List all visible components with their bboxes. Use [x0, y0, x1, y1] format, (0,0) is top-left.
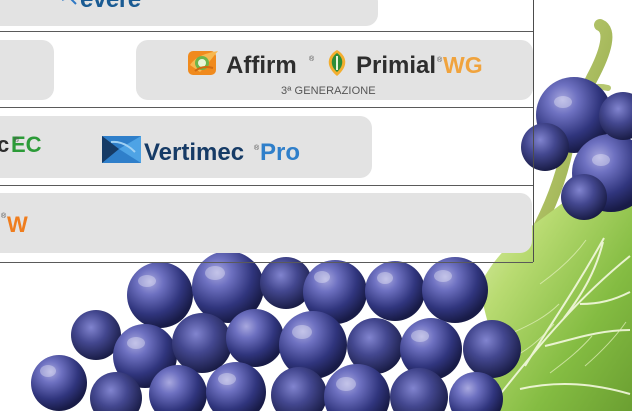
- registered-mark: ®: [254, 145, 260, 152]
- registered-mark: ®: [309, 56, 315, 63]
- top-logo-icon: [62, 0, 77, 5]
- primial-logo-icon: [328, 50, 346, 76]
- row2-left-pill: [0, 40, 54, 100]
- row4-product-pill: [0, 193, 532, 253]
- w-suffix: W: [7, 212, 28, 237]
- registered-mark: ®: [1, 213, 7, 220]
- table-row-divider: [0, 262, 533, 263]
- generation-subtitle: 3ª GENERAZIONE: [281, 85, 376, 97]
- primial-brand: Primial: [356, 52, 437, 79]
- top-brand-text: evere: [80, 0, 141, 12]
- table-row-divider: [0, 185, 533, 186]
- affirm-brand: Affirm: [226, 52, 297, 79]
- top-product-pill: [0, 0, 378, 26]
- table-row-divider: [0, 31, 533, 32]
- vertimec-brand: Vertimec: [144, 139, 245, 166]
- product-panel: evere Affirm ® Primial ® WG 3ª GENERAZIO…: [0, 0, 632, 411]
- registered-mark: ®: [437, 57, 443, 64]
- vertimec-logo-icon: [102, 136, 141, 163]
- wg-suffix: WG: [443, 52, 483, 78]
- affirm-logo-icon: [188, 51, 218, 75]
- registered-mark: ®: [14, 137, 20, 144]
- pro-suffix: Pro: [260, 139, 301, 166]
- table-vertical-line: [533, 0, 534, 262]
- table-row-divider: [0, 107, 533, 108]
- row3-left-fragment: c: [0, 132, 10, 157]
